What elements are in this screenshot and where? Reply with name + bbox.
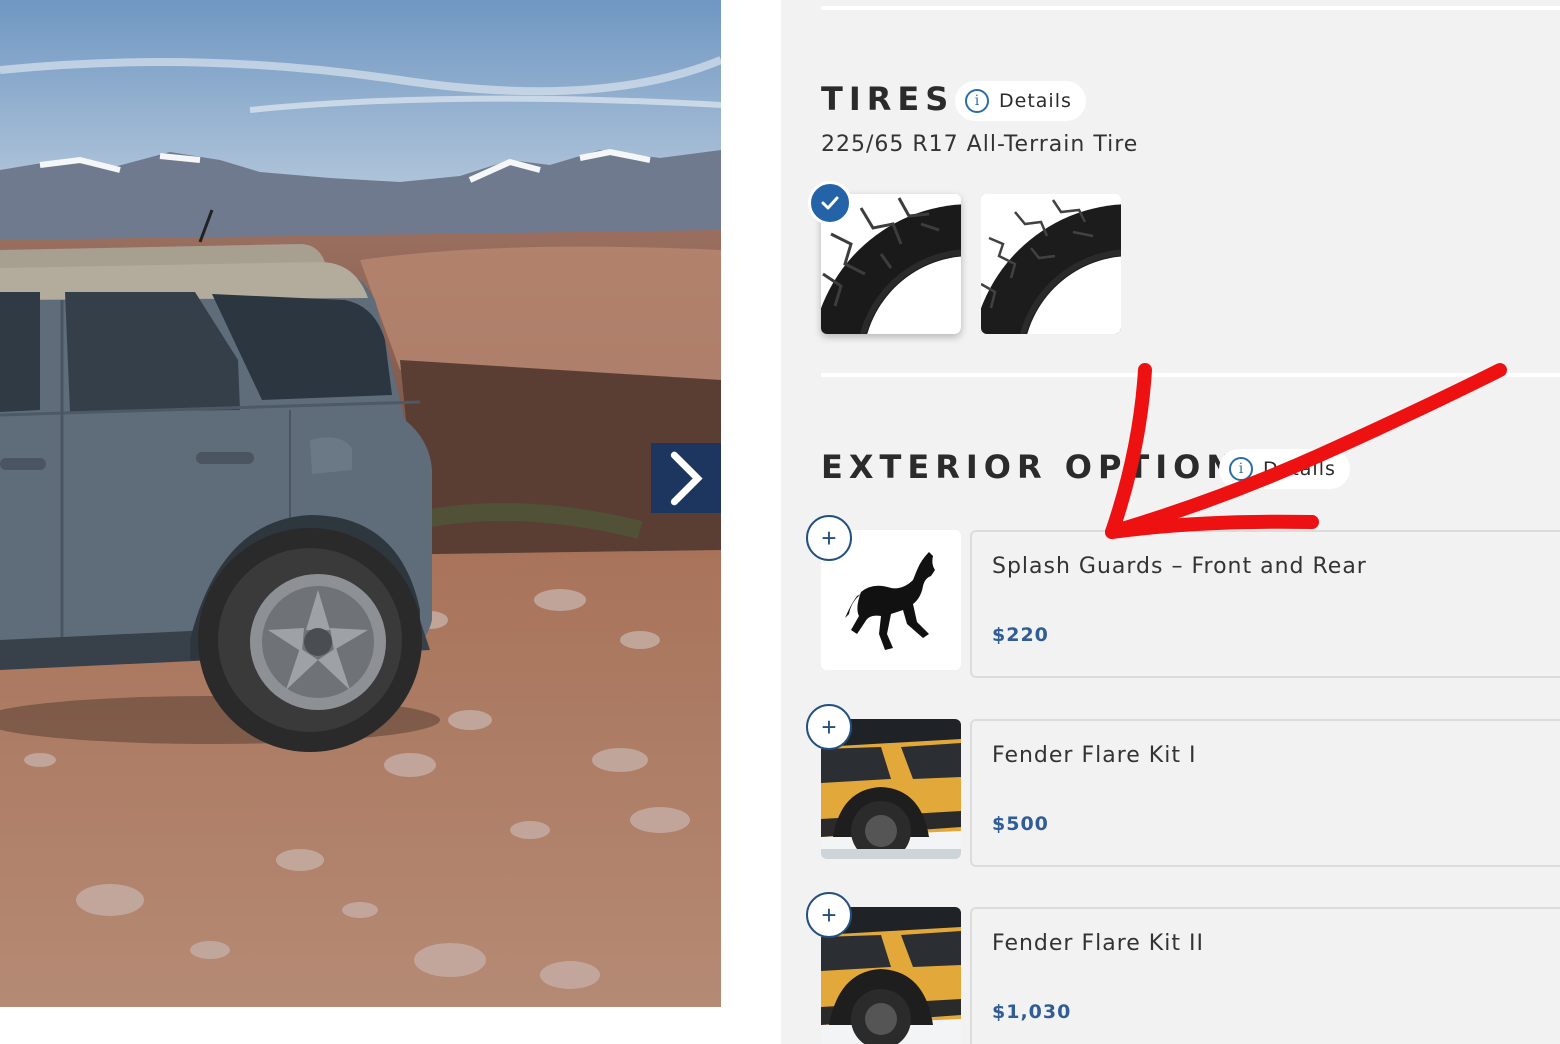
exterior-details-button[interactable]: i Details [1219, 449, 1350, 489]
options-panel: TIRES i Details 225/65 R17 All-Terrain T… [781, 0, 1560, 1044]
plus-icon: + [821, 899, 837, 930]
tire-spec: 225/65 R17 All-Terrain Tire [821, 132, 1139, 157]
add-option-button[interactable]: + [806, 515, 852, 561]
option-splash-guards: Splash Guards – Front and Rear $220 + [806, 515, 1560, 678]
details-label: Details [999, 90, 1072, 112]
plus-icon: + [821, 711, 837, 742]
option-price: $500 [992, 813, 1049, 835]
hero-image [0, 0, 721, 1007]
hero-scene [0, 0, 721, 1007]
tire-option-2[interactable] [981, 194, 1121, 334]
add-option-button[interactable]: + [806, 704, 852, 750]
option-card[interactable]: Splash Guards – Front and Rear $220 [970, 530, 1560, 678]
option-card[interactable]: Fender Flare Kit II $1,030 [970, 907, 1560, 1044]
option-price: $1,030 [992, 1001, 1072, 1023]
info-icon: i [1229, 457, 1253, 481]
next-image-button[interactable] [651, 443, 721, 513]
divider [821, 373, 1560, 377]
option-name: Fender Flare Kit II [992, 931, 1204, 956]
exterior-options-heading: EXTERIOR OPTIONS [821, 448, 1269, 486]
option-fender-flare-kit-2: Fender Flare Kit II $1,030 + [806, 892, 1560, 1044]
option-price: $220 [992, 624, 1049, 646]
option-name: Fender Flare Kit I [992, 743, 1197, 768]
divider [821, 6, 1560, 10]
details-label: Details [1263, 458, 1336, 480]
add-option-button[interactable]: + [806, 892, 852, 938]
info-icon: i [965, 89, 989, 113]
selected-check-icon [808, 181, 852, 225]
chevron-right-icon [670, 451, 703, 505]
option-fender-flare-kit-1: Fender Flare Kit I $500 + [806, 704, 1560, 867]
tires-heading: TIRES [821, 80, 955, 118]
tire-image [981, 194, 1121, 334]
option-card[interactable]: Fender Flare Kit I $500 [970, 719, 1560, 867]
plus-icon: + [821, 522, 837, 553]
option-name: Splash Guards – Front and Rear [992, 554, 1367, 579]
tires-details-button[interactable]: i Details [955, 81, 1086, 121]
